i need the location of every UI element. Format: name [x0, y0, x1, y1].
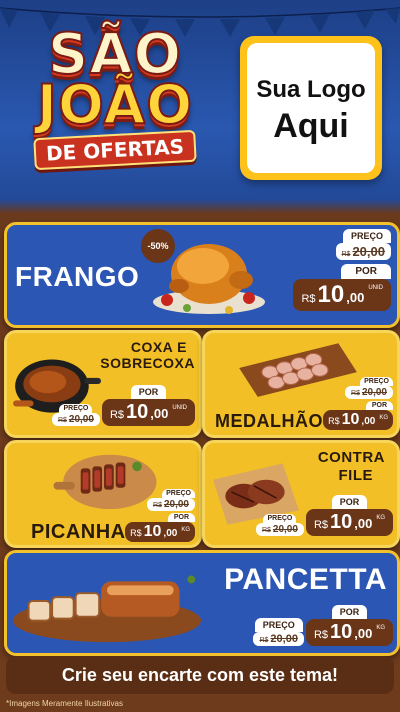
product-card-pancetta[interactable]: PANCETTA PREÇO R$ 20,00 POR R$ 10 ,00 KG	[4, 550, 400, 656]
old-price-currency: R$	[259, 637, 269, 644]
price-unit: KG	[376, 625, 385, 631]
old-price: R$ 20,00	[345, 386, 393, 399]
price-currency: R$	[328, 416, 340, 426]
brand-logo-placeholder[interactable]: Sua Logo Aqui	[240, 36, 382, 180]
product-card-picanha[interactable]: PICANHA PREÇO R$ 20,00 POR R$ 10 ,00 KG	[4, 440, 202, 548]
price-currency: R$	[313, 519, 328, 531]
old-price-currency: R$	[341, 251, 351, 258]
price-integer: 10	[330, 621, 353, 643]
new-price-label: POR	[331, 605, 368, 619]
price-tag: PREÇO R$ 20,00 POR R$ 10 ,00 KG	[253, 605, 393, 646]
price-integer: 10	[317, 281, 345, 308]
old-price-value: 20,00	[163, 499, 189, 510]
price-decimal: ,00	[354, 626, 373, 641]
old-price: R$ 20,00	[253, 632, 304, 646]
price-decimal: ,00	[163, 528, 178, 539]
title-line-joao: JOÃO	[36, 73, 194, 136]
title-line-de-ofertas: DE OFERTAS	[33, 129, 197, 171]
old-price-currency: R$	[351, 390, 360, 397]
product-name-line1: COXA E	[130, 339, 187, 355]
price-currency: R$	[130, 528, 142, 538]
price-decimal: ,00	[361, 416, 376, 427]
disclaimer-note: *Imagens Meramente Ilustrativas	[6, 699, 123, 708]
price-currency: R$	[313, 629, 328, 641]
price-unit: UNID	[172, 405, 187, 411]
old-price-label: PREÇO	[360, 377, 393, 386]
old-price-label: PREÇO	[162, 489, 195, 498]
new-price: R$ 10 ,00 UNID	[101, 399, 195, 426]
product-name-line1: CONTRA	[317, 449, 385, 466]
product-card-contra-file[interactable]: CONTRA FILE PREÇO R$ 20,00 POR R$ 10 ,00…	[202, 440, 400, 548]
product-name-line2: SOBRECOXA	[100, 355, 195, 371]
old-price-value: 20,00	[272, 524, 298, 535]
price-decimal: ,00	[150, 406, 169, 421]
price-tag: PREÇO R$ 20,00 POR R$ 10 ,00 UNID	[51, 385, 195, 426]
new-price: R$ 10 ,00 KG	[305, 509, 393, 536]
old-price-value: 20,00	[361, 387, 387, 398]
price-decimal: ,00	[346, 290, 365, 305]
brand-logo-line1: Sua Logo	[256, 76, 366, 103]
roast-chicken-image	[153, 244, 265, 314]
price-unit: UNID	[368, 285, 383, 291]
product-name: PICANHA	[31, 521, 126, 543]
new-price-label: POR	[365, 401, 393, 410]
price-decimal: ,00	[354, 516, 373, 531]
product-card-medalhao[interactable]: MEDALHÃO PREÇO R$ 20,00 POR R$ 10 ,00 KG	[202, 330, 400, 438]
price-tag: PREÇO R$ 20,00 POR R$ 10 ,00 KG	[323, 377, 393, 430]
product-card-frango[interactable]: FRANGO -50% PREÇO R$ 20,00 POR R$ 10 ,00…	[4, 222, 400, 328]
price-integer: 10	[341, 411, 360, 428]
product-name-line2: FILE	[338, 467, 373, 484]
old-price: R$ 20,00	[51, 413, 100, 426]
old-price-currency: R$	[57, 417, 67, 424]
brand-logo-inner: Sua Logo Aqui	[247, 43, 375, 173]
cta-banner[interactable]: Crie seu encarte com este tema!	[6, 656, 394, 694]
price-tag: PREÇO R$ 20,00 POR R$ 10 ,00 UNID	[293, 229, 391, 311]
new-price-label: POR	[341, 264, 391, 279]
new-price-label: POR	[167, 513, 195, 522]
old-price: R$ 20,00	[335, 243, 391, 260]
old-price-value: 20,00	[270, 633, 298, 645]
old-price-label: PREÇO	[263, 514, 297, 523]
price-currency: R$	[301, 293, 316, 305]
price-unit: KG	[379, 415, 388, 421]
new-price: R$ 10 ,00 KG	[125, 522, 195, 542]
price-unit: KG	[376, 515, 385, 521]
price-integer: 10	[330, 511, 353, 533]
old-price-currency: R$	[261, 527, 271, 534]
product-card-coxa-sobrecoxa[interactable]: COXA E SOBRECOXA PREÇO R$ 20,00 POR R$ 1…	[4, 330, 202, 438]
old-price-value: 20,00	[68, 414, 94, 425]
brand-logo-line2: Aqui	[273, 107, 349, 145]
flyer-page: SÃO JOÃO DE OFERTAS Sua Logo Aqui FRANGO…	[0, 0, 400, 712]
old-price-value: 20,00	[352, 244, 385, 259]
new-price: R$ 10 ,00 UNID	[293, 279, 391, 311]
product-name: MEDALHÃO	[215, 411, 323, 431]
old-price-currency: R$	[153, 502, 162, 509]
price-tag: PREÇO R$ 20,00 POR R$ 10 ,00 KG	[125, 489, 195, 542]
old-price-label: PREÇO	[59, 404, 93, 413]
pancetta-board-image	[12, 575, 202, 643]
price-integer: 10	[143, 523, 162, 540]
sao-joao-logo: SÃO JOÃO DE OFERTAS	[20, 26, 210, 171]
price-tag: PREÇO R$ 20,00 POR R$ 10 ,00 KG	[255, 495, 393, 536]
price-integer: 10	[126, 401, 149, 423]
new-price: R$ 10 ,00 KG	[305, 619, 393, 646]
product-name: FRANGO	[15, 261, 140, 292]
price-currency: R$	[109, 409, 124, 421]
old-price-label: PREÇO	[254, 618, 303, 632]
old-price-label: PREÇO	[342, 229, 391, 243]
old-price: R$ 20,00	[147, 498, 195, 511]
cta-text: Crie seu encarte com este tema!	[61, 664, 339, 685]
new-price: R$ 10 ,00 KG	[323, 410, 393, 430]
price-unit: KG	[181, 527, 190, 533]
new-price-label: POR	[130, 385, 167, 399]
old-price: R$ 20,00	[255, 523, 304, 536]
product-name: PANCETTA	[224, 563, 387, 596]
new-price-label: POR	[331, 495, 368, 509]
